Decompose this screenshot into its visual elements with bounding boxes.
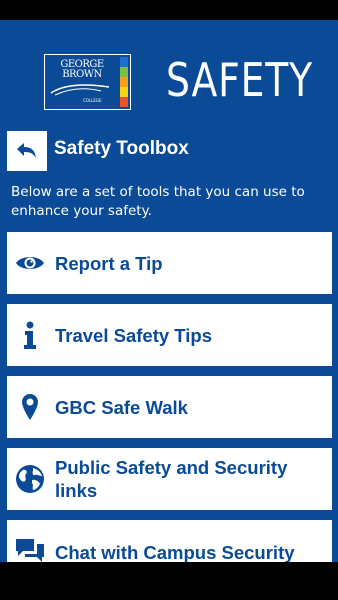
tool-public-safety-links[interactable]: Public Safety and Security links [7, 448, 332, 510]
globe-icon [15, 464, 45, 494]
page-title: SAFETY [166, 53, 313, 107]
header: GEORGE BROWN COLLEGE SAFETY [0, 20, 338, 126]
tool-chat-campus-security[interactable]: Chat with Campus Security [7, 520, 332, 562]
chat-icon [15, 536, 45, 562]
navigation-bar [0, 562, 338, 600]
george-brown-logo: GEORGE BROWN COLLEGE [44, 54, 131, 110]
safety-screen: GEORGE BROWN COLLEGE SAFETY Safety Toolb… [0, 20, 338, 562]
tool-report-a-tip[interactable]: Report a Tip [7, 232, 332, 294]
map-pin-icon [15, 392, 45, 422]
back-arrow-icon [17, 143, 36, 158]
tool-label: Chat with Campus Security [55, 542, 295, 562]
back-button[interactable] [7, 131, 47, 171]
section-title: Safety Toolbox [54, 138, 189, 159]
eye-icon [15, 248, 45, 278]
info-icon [15, 320, 45, 350]
tool-label: GBC Safe Walk [55, 396, 188, 418]
status-bar [0, 0, 338, 20]
tool-gbc-safe-walk[interactable]: GBC Safe Walk [7, 376, 332, 438]
tool-label: Public Safety and Security links [55, 457, 288, 501]
logo-stripes [120, 57, 128, 107]
tool-travel-safety-tips[interactable]: Travel Safety Tips [7, 304, 332, 366]
logo-swoosh-icon [50, 84, 110, 96]
logo-subtext: COLLEGE [83, 98, 102, 103]
tool-label: Report a Tip [55, 252, 163, 274]
logo-text: GEORGE BROWN [60, 59, 104, 80]
app-screen: GEORGE BROWN COLLEGE SAFETY Safety Toolb… [0, 0, 338, 600]
tool-label: Travel Safety Tips [55, 324, 212, 346]
section-description: Below are a set of tools that you can us… [11, 184, 305, 219]
